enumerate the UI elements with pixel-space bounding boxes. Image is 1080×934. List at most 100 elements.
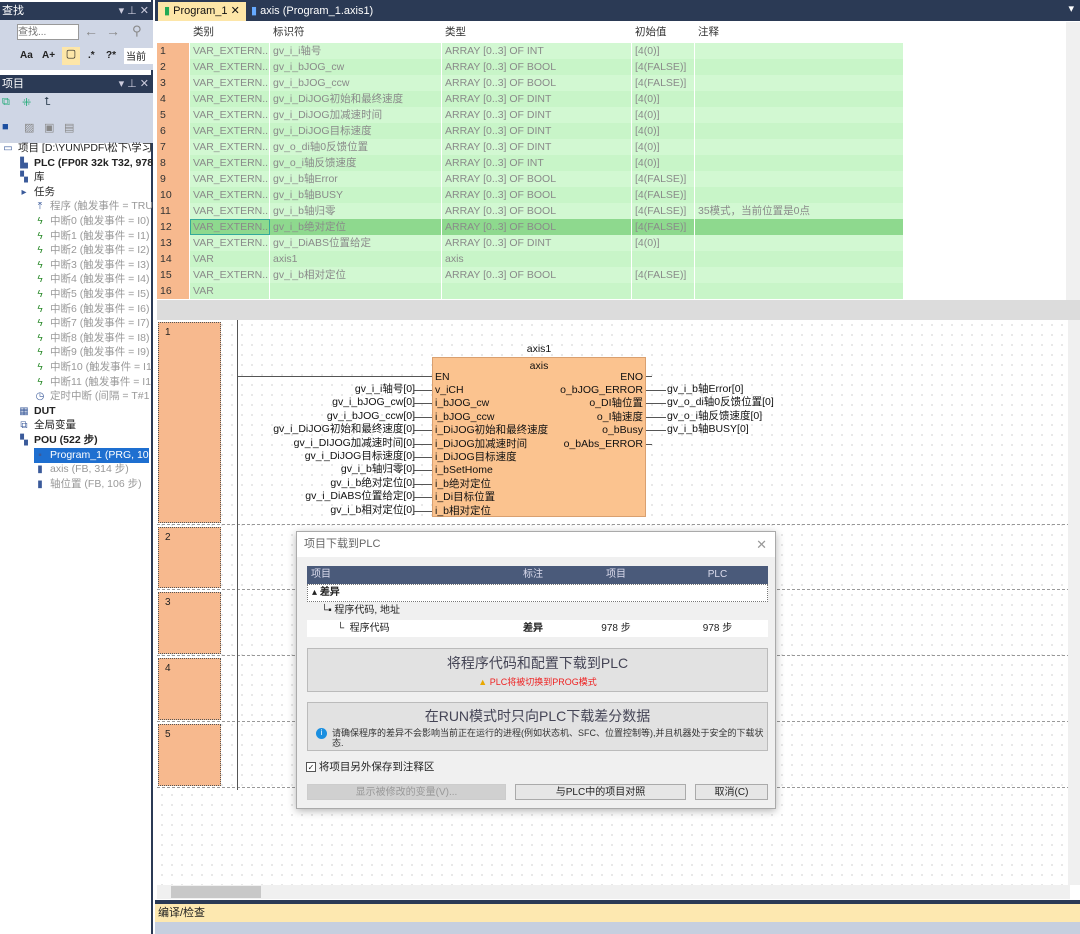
view-icon[interactable]: ▣ [44,121,54,134]
output-variable[interactable]: gv_i_b轴BUSY[0] [667,423,749,436]
edit-icon[interactable]: ▨ [24,121,34,134]
input-variable[interactable]: gv_i_i轴号[0] [355,383,415,396]
cell[interactable] [695,155,904,171]
table-row[interactable]: 4 VAR_EXTERN... gv_i_DiJOG初始和最终速度 ARRAY [0.… [157,91,904,107]
row-number[interactable]: 7 [157,139,190,155]
cell[interactable]: ARRAY [0..3] OF BOOL [442,171,632,187]
table-row[interactable]: 1 VAR_EXTERN... gv_i_i轴号 ARRAY [0..3] OF IN… [157,43,904,59]
table-row[interactable]: 2 VAR_EXTERN... gv_i_bJOG_cw ARRAY [0..3] O… [157,59,904,75]
cell[interactable] [695,59,904,75]
cell[interactable] [442,283,632,299]
input-variable[interactable]: gv_i_b轴归零[0] [341,463,415,476]
output-variable[interactable]: gv_o_di轴0反馈位置[0] [667,396,774,409]
table-row[interactable]: 7 VAR_EXTERN... gv_o_di轴0反馈位置 ARRAY [0..3] … [157,139,904,155]
panel-controls[interactable]: ▾ ⊥ ✕ [119,2,149,20]
cell[interactable]: [4(0)] [632,139,695,155]
download-all-button[interactable]: 将程序代码和配置下载到PLC ▲ PLC将被切换到PROG模式 [307,648,768,692]
table-row[interactable]: 5 VAR_EXTERN... gv_i_DiJOG加减速时间 ARRAY [0..3… [157,107,904,123]
save-to-comment-checkbox[interactable]: ✓ 将项目另外保存到注释区 [306,759,434,774]
cell[interactable]: ARRAY [0..3] OF BOOL [442,187,632,203]
row-number[interactable]: 13 [157,235,190,251]
input-variable[interactable]: gv_i_DiJOG目标速度[0] [305,450,415,463]
cell[interactable]: [4(FALSE)] [632,59,695,75]
input-variable[interactable]: gv_i_bJOG_cw[0] [332,396,415,409]
tree-item[interactable]: ▚ 库 [18,170,44,185]
column-header[interactable]: 类型 [442,22,632,42]
delete-icon[interactable]: ▤ [64,121,74,134]
row-number[interactable]: 14 [157,251,190,267]
cell[interactable]: [4(0)] [632,123,695,139]
table-row[interactable]: 3 VAR_EXTERN... gv_i_bJOG_ccw ARRAY [0..3] … [157,75,904,91]
table-row[interactable]: 15 VAR_EXTERN... gv_i_b相对定位 ARRAY [0..3] OF… [157,267,904,283]
cell[interactable]: ARRAY [0..3] OF DINT [442,123,632,139]
cell[interactable] [695,139,904,155]
cell[interactable] [632,251,695,267]
compare-with-plc-button[interactable]: 与PLC中的项目对照 [515,784,686,800]
tree-item[interactable]: ϟ 中断11 (触发事件 = I1 [34,375,151,390]
cell[interactable] [695,283,904,299]
cell[interactable]: VAR_EXTERN... [190,43,270,59]
tree-item[interactable]: ▸ 任务 [18,185,55,200]
scroll-thumb[interactable] [171,886,261,898]
row-number[interactable]: 6 [157,123,190,139]
wildcard-icon[interactable]: ?* [106,50,116,61]
cell[interactable]: VAR_EXTERN... [190,171,270,187]
cell[interactable]: gv_i_b绝对定位 [270,219,442,235]
tab-program-1[interactable]: ▮ Program_1 ✕ [158,2,246,21]
cell[interactable]: gv_i_b相对定位 [270,267,442,283]
cell[interactable]: [4(FALSE)] [632,75,695,91]
new-icon[interactable]: ■ [2,121,9,133]
cell[interactable]: VAR_EXTERN... [190,123,270,139]
input-variable[interactable]: gv_i_DiJOG初始和最终速度[0] [273,423,415,436]
ladder-horizontal-scrollbar[interactable] [157,885,1070,899]
row-number[interactable]: 9 [157,171,190,187]
splitter[interactable] [157,300,1080,320]
match-case-icon[interactable]: Aa [20,50,33,61]
tree-item[interactable]: ϟ 中断4 (触发事件 = I4) [34,272,149,287]
comment-search-icon[interactable]: ▢ [62,47,80,65]
row-number[interactable]: 4 [157,91,190,107]
tree-item[interactable]: ▮ 轴位置 (FB, 106 步) [34,477,141,492]
cell[interactable]: [4(FALSE)] [632,171,695,187]
cell[interactable]: [4(FALSE)] [632,187,695,203]
cell[interactable]: ARRAY [0..3] OF BOOL [442,59,632,75]
tree-item[interactable]: ▭ 项目 [D:\YUN\PDF\松下\学习 [2,141,152,156]
cell[interactable] [695,123,904,139]
cell[interactable] [695,43,904,59]
row-number[interactable]: 1 [157,43,190,59]
cell[interactable]: gv_i_DiJOG初始和最终速度 [270,91,442,107]
cell[interactable] [695,91,904,107]
row-number[interactable]: 11 [157,203,190,219]
table-row[interactable]: 10 VAR_EXTERN... gv_i_b轴BUSY ARRAY [0..3] O… [157,187,904,203]
cell[interactable]: VAR_EXTERN... [190,75,270,91]
cell[interactable] [695,267,904,283]
table-row[interactable]: 12 VAR_EXTERN... gv_i_b绝对定位 ARRAY [0..3] OF… [157,219,904,235]
cell[interactable]: gv_o_i轴反馈速度 [270,155,442,171]
search-icon[interactable]: ⚲ [132,23,142,39]
cell[interactable]: [4(FALSE)] [632,219,695,235]
cell[interactable]: 35模式，当前位置是0点 [695,203,904,219]
cancel-button[interactable]: 取消(C) [695,784,768,800]
tree-item[interactable]: ϟ 中断3 (触发事件 = I3) [34,258,149,273]
cell[interactable]: VAR_EXTERN... [190,155,270,171]
cell[interactable]: [4(FALSE)] [632,203,695,219]
cell[interactable] [270,283,442,299]
tree-item[interactable]: ϟ 中断8 (触发事件 = I8) [34,331,149,346]
cell[interactable]: ARRAY [0..3] OF BOOL [442,203,632,219]
close-icon[interactable]: ✕ [756,532,767,557]
cell[interactable]: VAR_EXTERN... [190,235,270,251]
tree-item[interactable]: ⧉ 全局变量 [18,418,76,433]
diff-row-program-code[interactable]: └ 程序代码 差异 978 步 978 步 [307,620,768,637]
input-variable[interactable]: gv_i_DiABS位置给定[0] [305,490,415,503]
cell[interactable]: [4(0)] [632,155,695,171]
cell[interactable]: axis1 [270,251,442,267]
cell[interactable]: ARRAY [0..3] OF INT [442,43,632,59]
cell[interactable]: [4(0)] [632,91,695,107]
cell[interactable]: [4(FALSE)] [632,267,695,283]
cell[interactable]: gv_i_b轴BUSY [270,187,442,203]
cell[interactable]: VAR_EXTERN... [190,187,270,203]
input-variable[interactable]: gv_i_DIJOG加减速时间[0] [294,437,415,450]
output-variable[interactable]: gv_i_b轴Error[0] [667,383,743,396]
table-row[interactable]: 8 VAR_EXTERN... gv_o_i轴反馈速度 ARRAY [0..3] OF… [157,155,904,171]
cell[interactable]: VAR_EXTERN... [190,91,270,107]
